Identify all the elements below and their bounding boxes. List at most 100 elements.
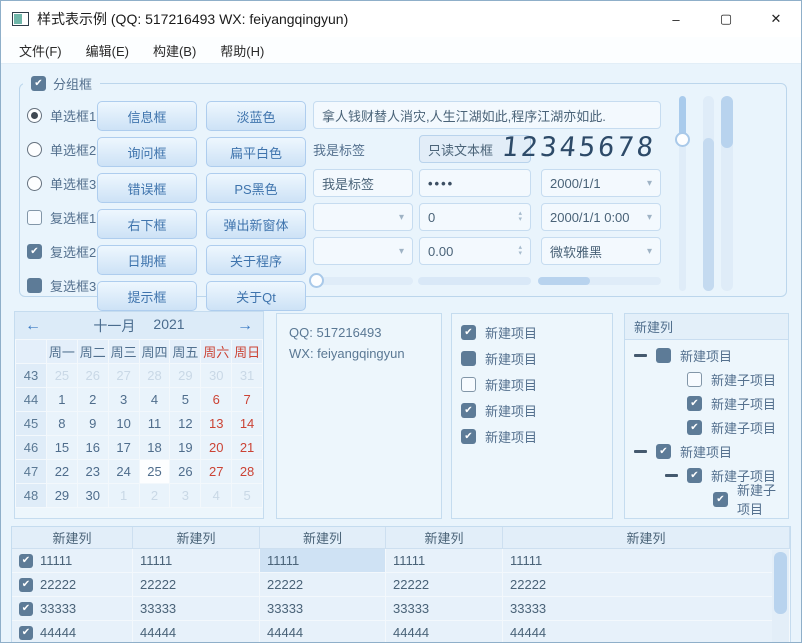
calendar-day[interactable]: 11 [140,412,170,435]
calendar-day[interactable]: 18 [140,436,170,459]
groupbox-checkbox[interactable] [31,76,46,91]
table-cell[interactable]: 44444 [133,621,260,643]
calendar-day[interactable]: 24 [109,460,139,483]
tree-item[interactable]: 新建子项目 [625,367,788,391]
calendar-day[interactable]: 10 [109,412,139,435]
button-弹出新窗体[interactable]: 弹出新窗体 [206,209,306,239]
calendar-day[interactable]: 29 [170,364,200,387]
collapse-icon[interactable] [634,450,647,453]
button-信息框[interactable]: 信息框 [97,101,197,131]
button-关于程序[interactable]: 关于程序 [206,245,306,275]
selector-row-3[interactable]: 复选框1 [27,203,96,231]
next-month-icon[interactable]: → [237,317,253,335]
table-cell[interactable]: 22222 [386,573,503,597]
motto-input[interactable]: 拿人钱财替人消灾,人生江湖如此,程序江湖亦如此. [313,101,661,129]
table-cell[interactable]: 33333 [133,597,260,621]
checkbox-icon[interactable] [27,244,42,259]
button-扁平白色[interactable]: 扁平白色 [206,137,306,167]
calendar-year[interactable]: 2021 [153,316,184,336]
button-右下框[interactable]: 右下框 [97,209,197,239]
combo-empty-1[interactable]: ▾ [313,203,413,231]
selector-row-1[interactable]: 单选框2 [27,135,96,163]
menu-item-0[interactable]: 文件(F) [7,37,74,64]
table-checkbox-icon[interactable] [19,602,33,616]
font-combobox[interactable]: 微软雅黑 ▾ [541,237,661,265]
calendar-day[interactable]: 28 [232,460,262,483]
table-column-header[interactable]: 新建列 [503,527,790,549]
tree-item[interactable]: 新建项目 [625,343,788,367]
button-错误框[interactable]: 错误框 [97,173,197,203]
calendar-day[interactable]: 2 [78,388,108,411]
calendar-day[interactable]: 2 [140,484,170,507]
calendar-day[interactable]: 20 [201,436,231,459]
text-edit[interactable]: QQ: 517216493 WX: feiyangqingyun [276,313,442,519]
table-cell[interactable]: 11111 [12,549,133,573]
radio-icon[interactable] [27,108,42,123]
list-item[interactable]: 新建项目 [452,397,612,423]
tree-checkbox-icon[interactable] [713,492,728,507]
chevron-down-icon[interactable]: ▾ [399,246,404,257]
button-关于Qt[interactable]: 关于Qt [206,281,306,311]
combo-empty-2[interactable]: ▾ [313,237,413,265]
horizontal-slider[interactable] [309,277,413,285]
list-checkbox-icon[interactable] [461,351,476,366]
collapse-icon[interactable] [634,354,647,357]
table-cell[interactable]: 44444 [386,621,503,643]
calendar-day[interactable]: 12 [170,412,200,435]
vslider-handle[interactable] [675,132,690,147]
selector-row-5[interactable]: 复选框3 [27,271,96,299]
chevron-down-icon[interactable]: ▾ [647,246,652,257]
table-cell[interactable]: 33333 [386,597,503,621]
table-cell[interactable]: 44444 [503,621,790,643]
calendar-day[interactable]: 16 [78,436,108,459]
selector-row-0[interactable]: 单选框1 [27,101,96,129]
maximize-icon[interactable]: ▢ [701,1,751,37]
calendar-day[interactable]: 4 [140,388,170,411]
table-cell[interactable]: 11111 [133,549,260,573]
list-checkbox-icon[interactable] [461,325,476,340]
tree-checkbox-icon[interactable] [656,444,671,459]
prev-month-icon[interactable]: ← [25,317,41,335]
button-日期框[interactable]: 日期框 [97,245,197,275]
tree-checkbox-icon[interactable] [687,372,702,387]
minimize-icon[interactable]: – [651,1,701,37]
selector-row-4[interactable]: 复选框2 [27,237,96,265]
label-lineedit[interactable]: 我是标签 [313,169,413,197]
tree-item[interactable]: 新建项目 [625,439,788,463]
calendar-day[interactable]: 27 [201,460,231,483]
calendar-day[interactable]: 4 [201,484,231,507]
table-cell[interactable]: 11111 [260,549,386,573]
calendar-day[interactable]: 29 [47,484,77,507]
spin-arrows-icon[interactable]: ▴▾ [518,245,522,257]
calendar-day[interactable]: 30 [78,484,108,507]
table-cell[interactable]: 22222 [260,573,386,597]
table-checkbox-icon[interactable] [19,578,33,592]
calendar-day[interactable]: 1 [109,484,139,507]
calendar-day[interactable]: 15 [47,436,77,459]
tree-checkbox-icon[interactable] [687,420,702,435]
tree-item[interactable]: 新建子项目 [625,415,788,439]
radio-icon[interactable] [27,176,42,191]
calendar-day[interactable]: 28 [140,364,170,387]
calendar-day[interactable]: 17 [109,436,139,459]
checkbox-icon[interactable] [27,210,42,225]
table-column-header[interactable]: 新建列 [386,527,503,549]
calendar-day[interactable]: 9 [78,412,108,435]
calendar-day[interactable]: 22 [47,460,77,483]
table-column-header[interactable]: 新建列 [260,527,386,549]
list-item[interactable]: 新建项目 [452,345,612,371]
calendar-day[interactable]: 26 [170,460,200,483]
button-询问框[interactable]: 询问框 [97,137,197,167]
collapse-icon[interactable] [665,474,678,477]
table-cell[interactable]: 44444 [260,621,386,643]
menu-item-1[interactable]: 编辑(E) [74,37,141,64]
calendar-day[interactable]: 26 [78,364,108,387]
table-scrollbar-thumb[interactable] [774,552,787,614]
calendar-month[interactable]: 十一月 [93,316,135,336]
list-item[interactable]: 新建项目 [452,319,612,345]
calendar-day[interactable]: 19 [170,436,200,459]
calendar-day[interactable]: 8 [47,412,77,435]
calendar-day[interactable]: 27 [109,364,139,387]
list-item[interactable]: 新建项目 [452,423,612,449]
tree-checkbox-icon[interactable] [656,348,671,363]
